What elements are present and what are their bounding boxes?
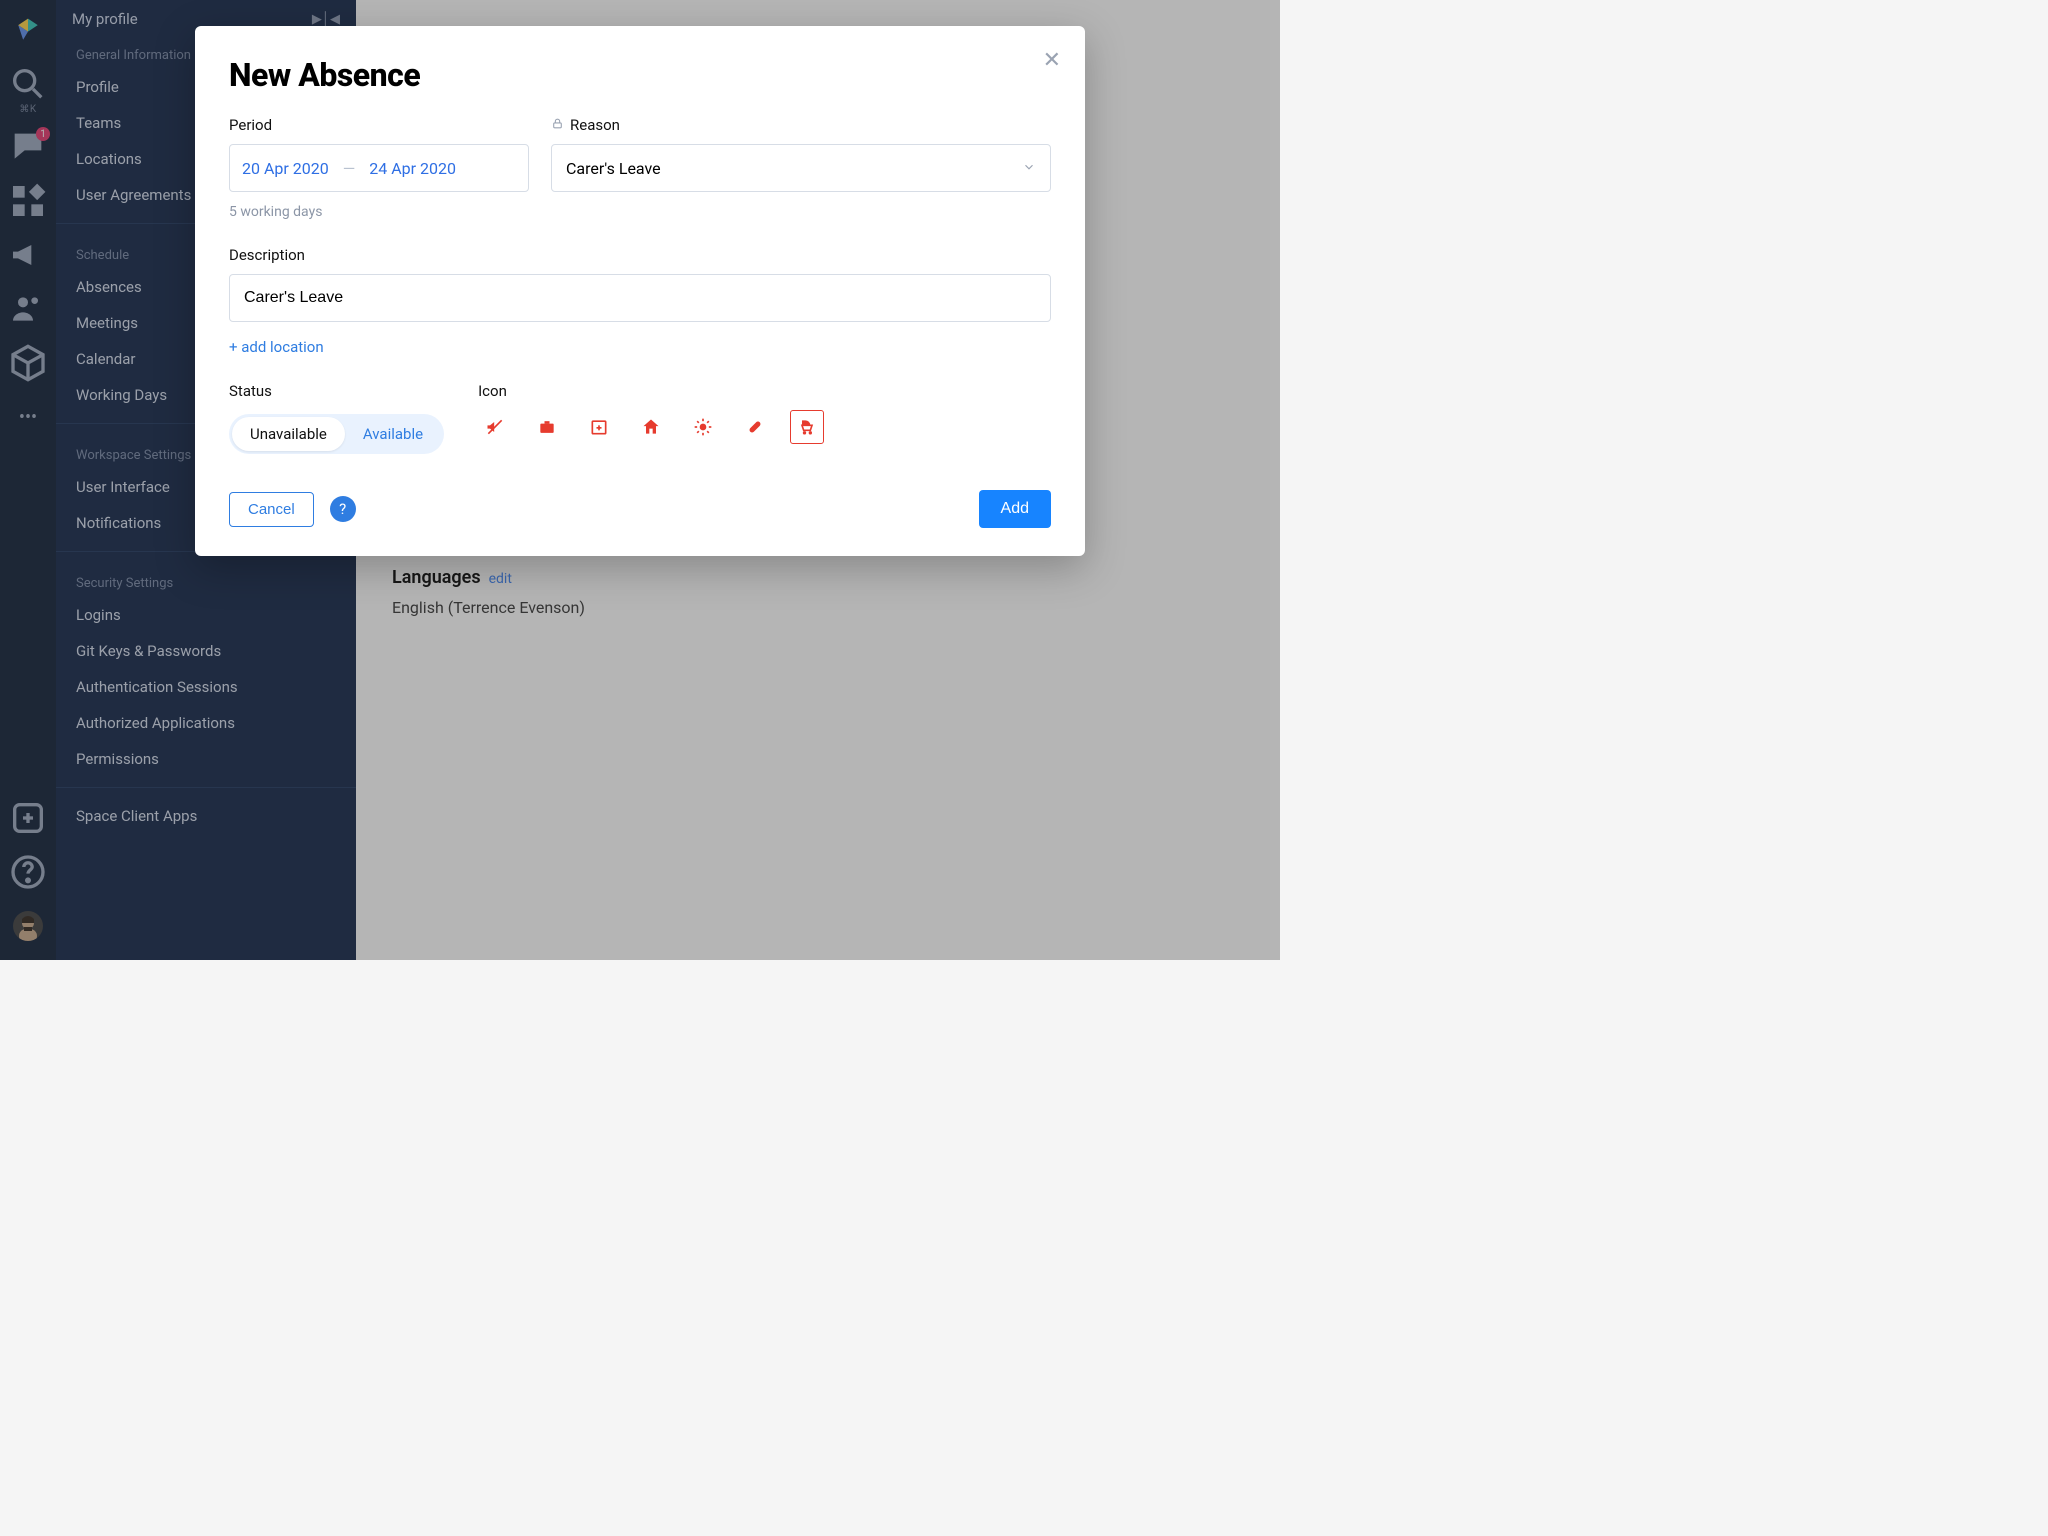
suitcase-icon[interactable] — [530, 410, 564, 444]
cancel-button[interactable]: Cancel — [229, 492, 314, 527]
mute-icon[interactable] — [478, 410, 512, 444]
date-start: 20 Apr 2020 — [242, 159, 329, 178]
reason-select[interactable]: Carer's Leave — [551, 144, 1051, 192]
modal-title: New Absence — [229, 56, 1051, 94]
reason-value: Carer's Leave — [566, 159, 661, 178]
stroller-icon[interactable] — [790, 410, 824, 444]
status-label: Status — [229, 382, 444, 400]
date-end: 24 Apr 2020 — [369, 159, 456, 178]
description-label: Description — [229, 246, 1051, 264]
calendar-plus-icon[interactable] — [582, 410, 616, 444]
lock-icon — [551, 117, 564, 134]
pill-icon[interactable] — [738, 410, 772, 444]
working-days-hint: 5 working days — [229, 204, 529, 220]
add-button[interactable]: Add — [979, 490, 1051, 528]
icon-picker — [478, 410, 824, 444]
help-button[interactable]: ? — [330, 496, 356, 522]
home-icon[interactable] — [634, 410, 668, 444]
modal-overlay: ✕ New Absence Period 20 Apr 2020 — 24 Ap… — [0, 0, 1280, 960]
icon-label: Icon — [478, 382, 824, 400]
description-input[interactable] — [229, 274, 1051, 322]
status-unavailable[interactable]: Unavailable — [232, 417, 345, 451]
status-toggle: Unavailable Available — [229, 414, 444, 454]
date-range-input[interactable]: 20 Apr 2020 — 24 Apr 2020 — [229, 144, 529, 192]
new-absence-modal: ✕ New Absence Period 20 Apr 2020 — 24 Ap… — [195, 26, 1085, 556]
date-separator: — — [343, 159, 356, 178]
sun-icon[interactable] — [686, 410, 720, 444]
status-available[interactable]: Available — [345, 417, 441, 451]
close-icon[interactable]: ✕ — [1043, 48, 1061, 73]
add-location-link[interactable]: + add location — [229, 338, 1051, 356]
period-label: Period — [229, 116, 529, 134]
chevron-down-icon — [1022, 159, 1036, 178]
reason-label: Reason — [570, 116, 620, 134]
